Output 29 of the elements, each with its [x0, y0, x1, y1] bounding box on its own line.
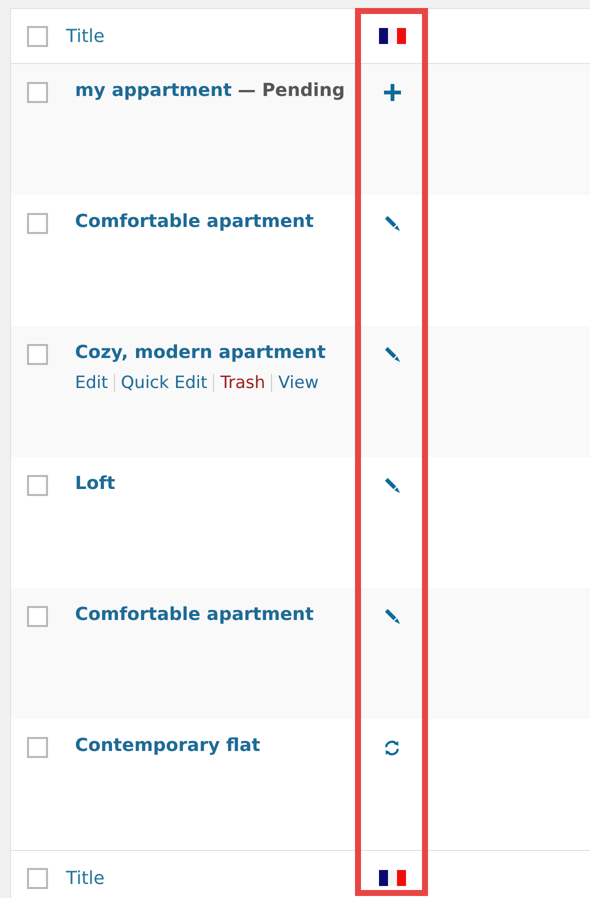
row-checkbox[interactable]: [27, 213, 48, 234]
flag-icon: [378, 28, 406, 44]
pencil-icon[interactable]: [384, 215, 400, 232]
post-title-link[interactable]: Cozy, modern apartment: [75, 342, 326, 363]
row-action-link[interactable]: Edit: [75, 373, 108, 393]
post-title-link[interactable]: Loft: [75, 473, 116, 494]
pencil-icon[interactable]: [384, 477, 400, 494]
row-checkbox[interactable]: [27, 344, 48, 365]
row-checkbox[interactable]: [27, 737, 48, 758]
post-title-link[interactable]: Comfortable apartment: [75, 211, 314, 232]
sync-icon[interactable]: [383, 739, 401, 757]
add-icon[interactable]: [384, 84, 400, 101]
post-status: — Pending: [238, 80, 345, 101]
select-all-checkbox[interactable]: [27, 868, 48, 888]
post-title-link[interactable]: my appartment: [75, 80, 232, 101]
row-checkbox[interactable]: [27, 475, 48, 496]
pencil-icon[interactable]: [384, 608, 400, 625]
pencil-icon[interactable]: [384, 346, 400, 363]
flag-icon: [378, 870, 406, 886]
row-checkbox[interactable]: [27, 82, 48, 103]
trash-link[interactable]: Trash: [220, 373, 266, 393]
post-title-link[interactable]: Comfortable apartment: [75, 604, 314, 625]
row-action-link[interactable]: View: [278, 373, 319, 393]
title-column-header[interactable]: Title: [66, 26, 105, 46]
select-all-checkbox[interactable]: [27, 26, 48, 46]
title-column-header[interactable]: Title: [66, 868, 105, 888]
row-action-link[interactable]: Quick Edit: [120, 373, 208, 393]
row-checkbox[interactable]: [27, 606, 48, 627]
post-title-link[interactable]: Contemporary flat: [75, 735, 260, 756]
